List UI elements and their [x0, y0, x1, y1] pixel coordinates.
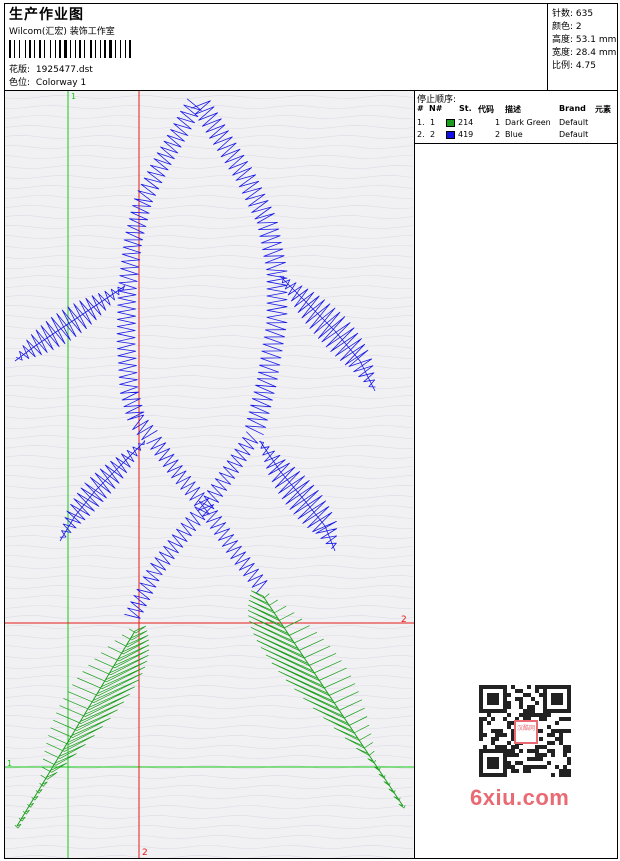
design-label: 花版: [9, 65, 31, 75]
stat-label: 针数: [552, 9, 574, 19]
stat-label: 比例: [552, 61, 574, 71]
color-swatch [446, 119, 455, 127]
qr-center-badge: 汉酷网 [514, 720, 538, 744]
row-stop: 1 [495, 118, 501, 127]
stat-colors: 颜色: 2 [552, 19, 582, 32]
barcode [9, 40, 141, 58]
stat-width: 宽度: 28.4 mm [552, 45, 616, 58]
stat-value: 53.1 mm [575, 35, 617, 45]
marker-1-top: 1 [71, 92, 76, 101]
row-brand: Default [559, 130, 589, 139]
header-info: 生产作业图 Wilcom(汇宏) 装饰工作室 花版: 1925477.dst 色… [5, 4, 548, 90]
design-file-line: 花版: 1925477.dst [9, 62, 93, 75]
stat-value: 4.75 [575, 61, 596, 71]
stat-label: 高度: [552, 35, 574, 45]
color-swatch [446, 131, 455, 139]
qr-code-watermark: 汉酷网 [472, 680, 584, 780]
stat-value: 2 [575, 22, 582, 32]
col-needle: N# [429, 104, 443, 113]
stem-left-zigzag [116, 98, 202, 441]
stat-scale: 比例: 4.75 [552, 58, 596, 71]
stat-height: 高度: 53.1 mm [552, 32, 616, 45]
stat-label: 宽度: [552, 48, 574, 58]
marker-1-left: 1 [7, 759, 12, 768]
stitch-preview: 1 1 2 2 [5, 91, 414, 858]
page-title: 生产作业图 [9, 7, 84, 23]
col-brand: Brand [559, 104, 586, 113]
design-canvas[interactable]: 1 1 2 2 [5, 91, 415, 858]
blue-stitch-layer [14, 98, 376, 619]
colorway-value: Colorway 1 [35, 78, 87, 88]
stats-panel: 针数: 635 颜色: 2 高度: 53.1 mm 宽度: 28.4 mm 比例… [548, 4, 617, 90]
stop-sequence-divider [415, 143, 617, 144]
col-desc: 描述 [505, 105, 521, 114]
stat-stitches: 针数: 635 [552, 6, 593, 19]
row-needle: 2 [430, 130, 436, 139]
site-logo: 6xiu.com [470, 785, 570, 810]
row-needle: 1 [430, 118, 436, 127]
marker-2-right: 2 [401, 615, 407, 625]
row-desc: Dark Green [505, 118, 551, 127]
col-stitch: St. [459, 104, 472, 113]
stop-row: 1. 1 214 1 Dark Green Default [415, 118, 617, 130]
row-code: 419 [458, 130, 474, 139]
cross-stroke-2 [124, 431, 259, 619]
stat-value: 635 [575, 9, 594, 19]
colorway-label: 色位: [9, 78, 31, 88]
design-file: 1925477.dst [35, 65, 93, 75]
row-code: 214 [458, 118, 474, 127]
stop-row: 2. 2 419 2 Blue Default [415, 130, 617, 142]
row-index: 1. [417, 118, 425, 127]
row-brand: Default [559, 118, 589, 127]
studio-name: Wilcom(汇宏) 装饰工作室 [9, 27, 115, 37]
stat-label: 颜色: [552, 22, 574, 32]
row-index: 2. [417, 130, 425, 139]
green-stitch-layer [14, 590, 406, 829]
col-code: 代码 [478, 105, 494, 114]
col-element: 元素 [595, 105, 611, 114]
stat-value: 28.4 mm [575, 48, 617, 58]
row-desc: Blue [505, 130, 523, 139]
green-fern-left [14, 625, 150, 829]
row-stop: 2 [495, 130, 501, 139]
colorway-line: 色位: Colorway 1 [9, 75, 86, 88]
marker-2-bottom: 2 [142, 848, 148, 858]
blue-leaf-upper-right [279, 276, 376, 388]
stop-sequence-header: # N# St. 代码 描述 Brand 元素 [415, 104, 617, 116]
col-index: # [417, 104, 424, 113]
